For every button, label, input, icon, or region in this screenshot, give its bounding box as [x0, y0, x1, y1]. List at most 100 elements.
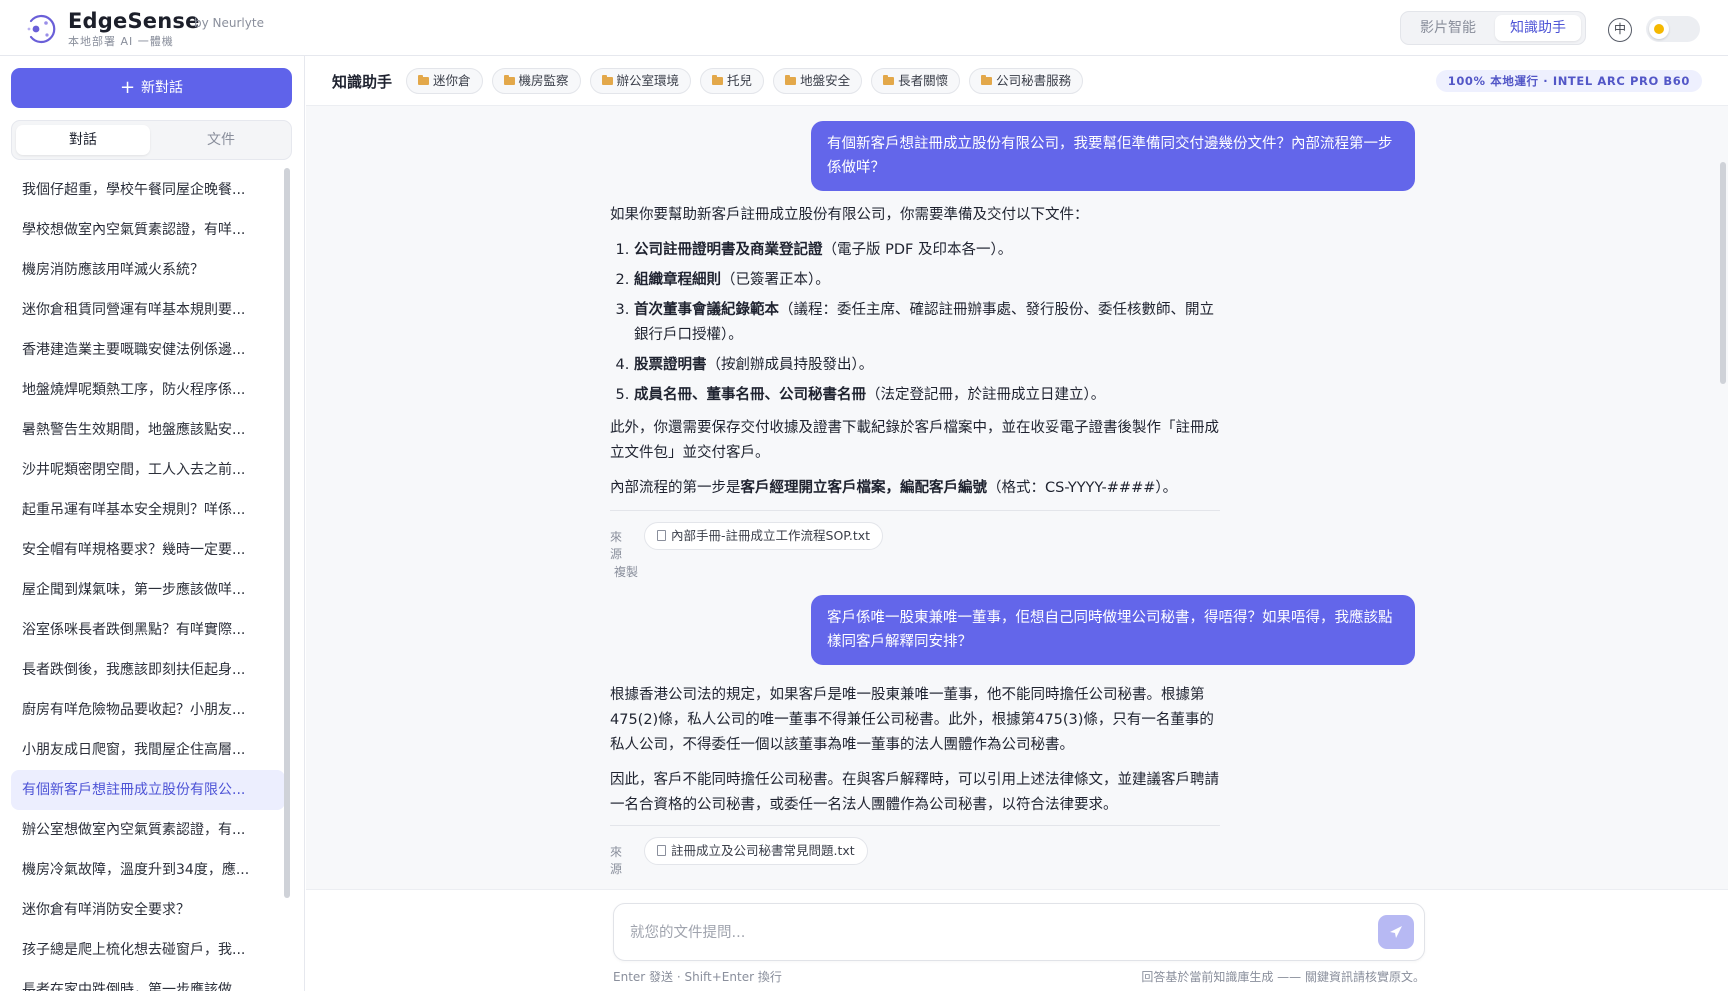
conversation-item[interactable]: 沙井呢類密閉空間，工人入去之前... [11, 450, 285, 490]
conversation-item[interactable]: 起重吊運有咩基本安全規則？咩係... [11, 490, 285, 530]
topic-chip-label: 機房監察 [518, 73, 569, 88]
composer [613, 903, 1425, 961]
brand-by-line: by Neurlyte [194, 16, 264, 30]
source-label: 來源 [610, 845, 623, 876]
folder-icon [601, 75, 613, 85]
answer-intro: 如果你要幫助新客戶註冊成立股份有限公司，你需要準備及交付以下文件： [610, 207, 1089, 223]
list-item: 成員名冊、董事名冊、公司秘書名冊（法定登記冊，於註冊成立日建立）。 [634, 383, 1220, 408]
divider [610, 510, 1220, 511]
conversation-item[interactable]: 迷你倉有咩消防安全要求？ [11, 890, 285, 930]
sun-icon [1654, 24, 1664, 34]
folder-icon [418, 75, 429, 85]
topic-chip[interactable]: 辦公室環境 [589, 68, 692, 94]
conversation-item[interactable]: 暑熱警告生效期間，地盤應該點安... [11, 410, 285, 450]
sidebar-scrollbar[interactable] [284, 168, 290, 898]
list-item: 首次董事會議紀錄範本（議程：委任主席、確認註冊辦事處、發行股份、委任核數師、開立… [634, 298, 1220, 348]
conversation-item[interactable]: 我個仔超重，學校午餐同屋企晚餐... [11, 170, 285, 210]
conversation-item[interactable]: 長者跌倒後，我應該即刻扶佢起身... [11, 650, 285, 690]
runtime-badge: 100% 本地運行 · INTEL ARC PRO B60 [1435, 70, 1702, 92]
assistant-message: 如果你要幫助新客戶註冊成立股份有限公司，你需要準備及交付以下文件： 公司註冊證明… [610, 203, 1220, 511]
list-item: 股票證明書（按創辦成員持股發出）。 [634, 353, 1220, 378]
topic-chip[interactable]: 長者關懷 [871, 68, 961, 94]
send-icon [1390, 926, 1402, 938]
topic-chip-label: 托兒 [727, 73, 753, 88]
topic-chip-label: 迷你倉 [433, 73, 471, 88]
conversation-item[interactable]: 安全帽有咩規格要求？幾時一定要... [11, 530, 285, 570]
composer-hint: Enter 發送 · Shift+Enter 換行 [613, 970, 782, 984]
conversation-item[interactable]: 地盤燒焊呢類熱工序，防火程序係... [11, 370, 285, 410]
user-message: 有個新客戶想註冊成立股份有限公司，我要幫佢準備同交付邊幾份文件？內部流程第一步係… [811, 121, 1415, 191]
topic-chip[interactable]: 機房監察 [491, 68, 581, 94]
topic-chip-label: 長者關懷 [898, 73, 949, 88]
folder-icon [712, 75, 724, 85]
top-bar: EdgeSense by Neurlyte 本地部署 AI 一體機 影片智能 知… [0, 0, 1728, 56]
disclaimer-text: 回答基於當前知識庫生成 —— 關鍵資訊請核實原文。 [1141, 970, 1425, 984]
new-chat-button[interactable]: + 新對話 [11, 68, 292, 108]
brand-name: EdgeSense [68, 9, 200, 33]
brand-tagline: 本地部署 AI 一體機 [68, 35, 174, 48]
conversation-item[interactable]: 機房冷氣故障，溫度升到34度，應... [11, 850, 285, 890]
assistant-message: 根據香港公司法的規定，如果客戶是唯一股東兼唯一董事，他不能同時擔任公司秘書。根據… [610, 683, 1220, 828]
source-label: 來源 [610, 530, 623, 561]
folder-icon [785, 75, 797, 85]
topic-chip-label: 公司秘書服務 [996, 73, 1072, 88]
conversation-list: 我個仔超重，學校午餐同屋企晚餐... 學校想做室內空氣質素認證，有咩... 機房消防… [11, 170, 285, 991]
chat-area: 有個新客戶想註冊成立股份有限公司，我要幫佢準備同交付邊幾份文件？內部流程第一步係… [306, 106, 1728, 889]
conversation-item[interactable]: 學校想做室內空氣質素認證，有咩... [11, 210, 285, 250]
file-icon [657, 530, 666, 541]
new-chat-label: 新對話 [141, 80, 184, 96]
send-button[interactable] [1378, 915, 1414, 949]
conversation-item[interactable]: 小朋友成日爬窗，我間屋企住高層... [11, 730, 285, 770]
topic-chip-label: 辦公室環境 [616, 73, 680, 88]
conversation-item[interactable]: 辦公室想做室內空氣質素認證，有... [11, 810, 285, 850]
topic-chip-label: 地盤安全 [800, 73, 851, 88]
topic-chip[interactable]: 迷你倉 [406, 68, 483, 94]
folder-icon [981, 75, 993, 85]
conversation-item[interactable]: 孩子總是爬上梳化想去碰窗戶，我... [11, 930, 285, 970]
divider [610, 825, 1220, 826]
conversation-item[interactable]: 屋企聞到煤氣味，第一步應該做咩... [11, 570, 285, 610]
mode-switch: 影片智能 知識助手 [1400, 11, 1586, 45]
conversation-item[interactable]: 機房消防應該用咩滅火系統？ [11, 250, 285, 290]
chat-scrollbar[interactable] [1720, 162, 1726, 384]
topic-chip[interactable]: 地盤安全 [773, 68, 863, 94]
answer-paragraph: 內部流程的第一步是客戶經理開立客戶檔案，編配客戶編號（格式：CS-YYYY-##… [610, 480, 1178, 496]
answer-paragraph: 根據香港公司法的規定，如果客戶是唯一股東兼唯一董事，他不能同時擔任公司秘書。根據… [610, 687, 1214, 753]
document-list: 公司註冊證明書及商業登記證（電子版 PDF 及印本各一）。 組織章程細則（已簽署… [610, 238, 1220, 408]
main-panel: 知識助手 迷你倉 機房監察 辦公室環境 托兒 地盤安全 長者關懷 公司秘書服務 100% 本… [306, 56, 1728, 991]
folder-icon [883, 75, 895, 85]
answer-paragraph: 因此，客戶不能同時擔任公司秘書。在與客戶解釋時，可以引用上述法律條文，並建議客戶… [610, 772, 1219, 813]
edgesense-logo-icon [27, 14, 56, 44]
question-input[interactable] [630, 920, 1330, 946]
sidebar: + 新對話 對話 文件 我個仔超重，學校午餐同屋企晚餐... 學校想做室內空氣質素認… [0, 56, 305, 991]
conversation-item[interactable]: 長者在家中跌倒時，第一步應該做... [11, 970, 285, 991]
topic-chip[interactable]: 公司秘書服務 [969, 68, 1084, 94]
source-file-chip[interactable]: 註冊成立及公司秘書常見問題.txt [644, 837, 868, 865]
conversation-item[interactable]: 浴室係咪長者跌倒黑點？有咩實際... [11, 610, 285, 650]
source-file-chip[interactable]: 內部手冊-註冊成立工作流程SOP.txt [644, 522, 884, 550]
mode-knowledge-button[interactable]: 知識助手 [1495, 15, 1581, 41]
topic-chips: 迷你倉 機房監察 辦公室環境 托兒 地盤安全 長者關懷 公司秘書服務 [406, 68, 1084, 94]
user-message: 客戶係唯一股東兼唯一董事，佢想自己同時做埋公司秘書，得唔得？如果唔得，我應該點樣… [811, 595, 1415, 665]
mode-video-button[interactable]: 影片智能 [1405, 15, 1491, 41]
plus-icon: + [119, 77, 136, 98]
list-item: 公司註冊證明書及商業登記證（電子版 PDF 及印本各一）。 [634, 238, 1220, 263]
list-item: 組織章程細則（已簽署正本）。 [634, 268, 1220, 293]
conversation-item[interactable]: 廚房有咩危險物品要收起？小朋友... [11, 690, 285, 730]
topic-chip[interactable]: 托兒 [700, 68, 765, 94]
tab-chats[interactable]: 對話 [16, 125, 150, 155]
answer-paragraph: 此外，你還需要保存交付收據及證書下載紀錄於客戶檔案中，並在收妥電子證書後製作「註… [610, 420, 1219, 461]
tab-documents[interactable]: 文件 [154, 125, 288, 155]
folder-icon [503, 75, 515, 85]
sidebar-tabs: 對話 文件 [11, 120, 292, 160]
topics-title: 知識助手 [332, 73, 393, 91]
language-toggle-button[interactable]: 中 [1608, 18, 1632, 42]
theme-toggle[interactable] [1646, 16, 1700, 42]
file-icon [657, 845, 666, 856]
conversation-item[interactable]: 迷你倉租賃同營運有咩基本規則要... [11, 290, 285, 330]
composer-area: Enter 發送 · Shift+Enter 換行 回答基於當前知識庫生成 ——… [306, 889, 1728, 991]
conversation-item[interactable]: 有個新客戶想註冊成立股份有限公... [11, 770, 285, 810]
theme-knob [1649, 19, 1669, 39]
copy-button[interactable]: 複製 [614, 563, 638, 580]
conversation-item[interactable]: 香港建造業主要嘅職安健法例係邊... [11, 330, 285, 370]
